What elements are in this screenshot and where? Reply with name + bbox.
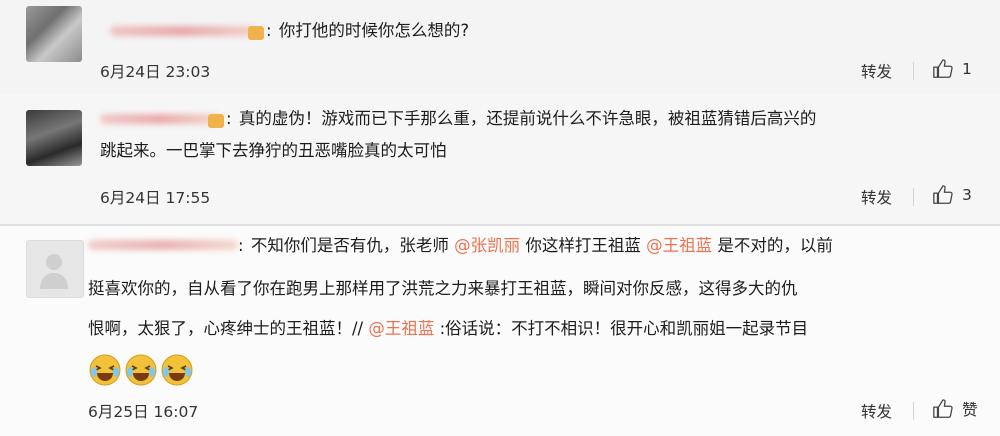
comment-text-segment: 恨啊，太狠了，心疼绅士的王祖蓝！// [88, 319, 364, 338]
comment-text: : 不知你们是否有仇，张老师 @张凯丽 你这样打王祖蓝 @王祖蓝 是不对的，以前 [238, 235, 833, 257]
comment-time: 6月25日 16:07 [88, 403, 199, 421]
forward-button[interactable]: 转发 [861, 60, 892, 82]
blurred-username[interactable] [110, 26, 255, 36]
comment-item: : 不知你们是否有仇，张老师 @张凯丽 你这样打王祖蓝 @王祖蓝 是不对的，以前… [0, 226, 1000, 436]
laughing-crying-emoji-icon [125, 354, 157, 386]
thumbs-up-icon [933, 399, 953, 418]
comment-text: 恨啊，太狠了，心疼绅士的王祖蓝！// @王祖蓝 :俗话说：不打不相识！很开心和凯… [88, 318, 808, 340]
avatar[interactable] [26, 110, 82, 166]
comment-text: : 真的虚伪！游戏而已下手那么重，还提前说什么不许急眼，被祖蓝猜错后高兴的 [226, 108, 816, 130]
mention-link[interactable]: @王祖蓝 [368, 319, 434, 338]
thumbs-up-icon [933, 185, 953, 204]
colon: : [226, 109, 232, 128]
comment-item: : 真的虚伪！游戏而已下手那么重，还提前说什么不许急眼，被祖蓝猜错后高兴的 跳起… [0, 94, 1000, 226]
avatar[interactable] [26, 6, 82, 62]
member-badge-icon [248, 26, 264, 40]
mention-link[interactable]: @王祖蓝 [646, 236, 712, 255]
divider [913, 62, 914, 80]
weibo-comment-list: : 你打他的时候你怎么想的? 6月24日 23:03 转发 1 : 真的虚伪！游… [0, 0, 1000, 436]
colon: : [238, 236, 244, 255]
like-button[interactable]: 1 [932, 58, 972, 80]
forward-button[interactable]: 转发 [861, 400, 892, 422]
comment-time: 6月24日 23:03 [100, 63, 211, 81]
forward-button[interactable]: 转发 [861, 186, 892, 208]
comment-text-line: 你打他的时候你怎么想的? [278, 21, 470, 40]
comment-text-line: 挺喜欢你的，自从看了你在跑男上那样用了洪荒之力来暴打王祖蓝，瞬间对你反感，这得多… [88, 279, 798, 298]
comment-text-line: 真的虚伪！游戏而已下手那么重，还提前说什么不许急眼，被祖蓝猜错后高兴的 [238, 109, 817, 128]
comment-time: 6月24日 17:55 [100, 189, 211, 207]
comment-text-segment: 你这样打王祖蓝 [525, 236, 641, 255]
like-button[interactable]: 3 [932, 184, 972, 206]
laughing-crying-emoji-icon [89, 354, 121, 386]
blurred-username[interactable] [88, 240, 238, 250]
comment-text-segment: :俗话说：不打不相识！很开心和凯丽姐一起录节目 [439, 319, 809, 338]
comment-item: : 你打他的时候你怎么想的? 6月24日 23:03 转发 1 [0, 0, 1000, 95]
blurred-username[interactable] [100, 114, 220, 124]
like-button[interactable]: 赞 [932, 398, 978, 420]
comment-text-segment: 不知你们是否有仇，张老师 [250, 236, 449, 255]
comment-text-segment: 是不对的，以前 [717, 236, 833, 255]
colon: : [266, 21, 272, 40]
thumbs-up-icon [933, 59, 953, 78]
member-badge-icon [208, 114, 224, 128]
comment-text-line: 跳起来。一巴掌下去狰狞的丑恶嘴脸真的太可怕 [100, 141, 447, 160]
avatar[interactable] [26, 240, 84, 298]
laughing-crying-emoji-icon [161, 354, 193, 386]
divider [913, 188, 914, 206]
like-count: 3 [962, 186, 972, 204]
like-count: 1 [962, 60, 972, 78]
emoji-row [88, 353, 194, 387]
divider [913, 402, 914, 420]
default-avatar-icon [40, 254, 68, 289]
comment-text: : 你打他的时候你怎么想的? [266, 20, 469, 42]
mention-link[interactable]: @张凯丽 [454, 236, 520, 255]
like-label: 赞 [962, 401, 978, 419]
